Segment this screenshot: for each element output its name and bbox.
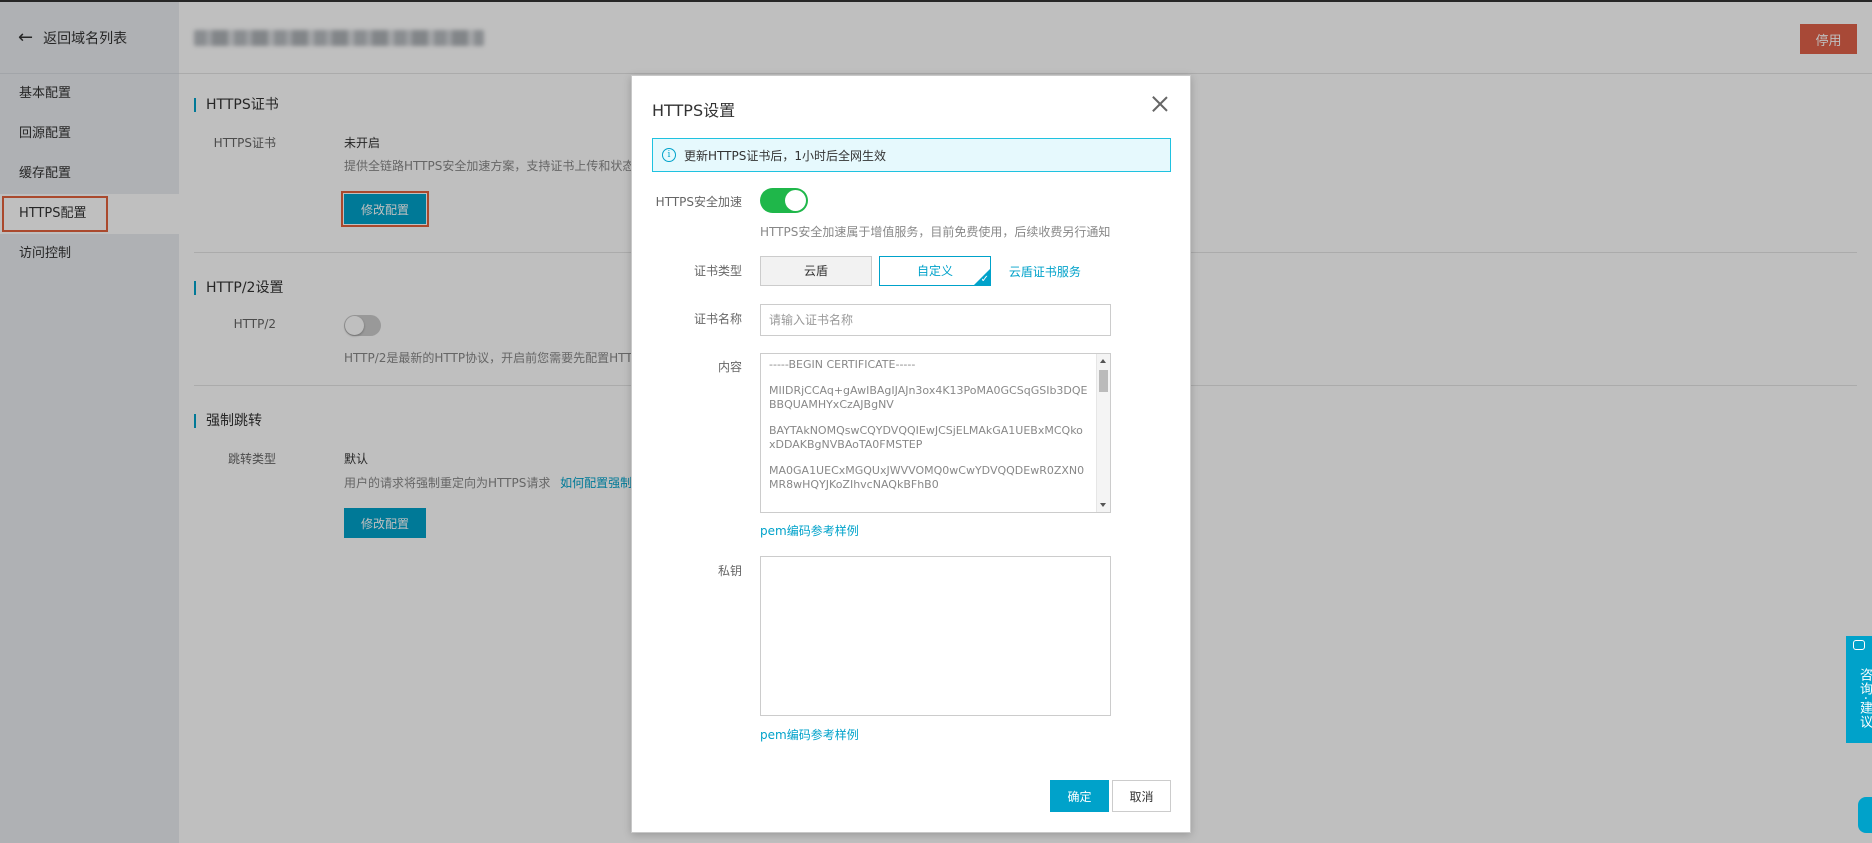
cert-type-custom[interactable]: 自定义 ✓	[879, 256, 991, 286]
scroll-down-icon[interactable]	[1100, 503, 1106, 507]
cert-name-input[interactable]	[760, 304, 1111, 336]
private-key-label: 私钥	[717, 564, 742, 578]
check-icon: ✓	[980, 274, 989, 285]
https-accel-hint: HTTPS安全加速属于增值服务，目前免费使用，后续收费另行通知	[760, 225, 1111, 239]
cert-service-link[interactable]: 云盾证书服务	[1009, 265, 1081, 279]
cert-name-label: 证书名称	[693, 312, 742, 326]
https-accel-label: HTTPS安全加速	[655, 195, 742, 209]
pem-example-link-content[interactable]: pem编码参考样例	[760, 522, 859, 539]
cert-line: MIIDRjCCAq+gAwIBAgIJAJn3ox4K13PoMA0GCSqG…	[769, 384, 1088, 411]
help-widget[interactable]	[1858, 797, 1872, 833]
close-icon[interactable]	[1150, 94, 1170, 114]
notice-banner: i 更新HTTPS证书后，1小时后全网生效	[652, 138, 1171, 172]
scroll-thumb[interactable]	[1099, 370, 1108, 392]
cert-line: MA0GA1UECxMGQUxJWVVOMQ0wCwYDVQQDEwR0ZXN0…	[769, 464, 1085, 491]
notice-text: 更新HTTPS证书后，1小时后全网生效	[684, 148, 886, 163]
https-settings-modal: HTTPS设置 i 更新HTTPS证书后，1小时后全网生效 HTTPS安全加速 …	[631, 75, 1191, 833]
cert-type-yundun[interactable]: 云盾	[760, 256, 872, 286]
private-key-textarea[interactable]	[760, 556, 1111, 716]
cert-line: -----BEGIN CERTIFICATE-----	[769, 358, 916, 371]
cert-type-custom-label: 自定义	[916, 264, 953, 278]
chat-icon	[1853, 640, 1865, 650]
content-scrollbar[interactable]	[1096, 354, 1110, 512]
scroll-up-icon[interactable]	[1100, 359, 1106, 363]
confirm-button[interactable]: 确定	[1050, 780, 1109, 812]
cert-line: BAYTAkNOMQswCQYDVQQIEwJCSjELMAkGA1UEBxMC…	[769, 424, 1083, 451]
cert-content-text: -----BEGIN CERTIFICATE----- MIIDRjCCAq+g…	[761, 354, 1110, 508]
modal-title: HTTPS设置	[652, 101, 736, 120]
info-icon: i	[662, 148, 676, 162]
cancel-button[interactable]: 取消	[1112, 780, 1171, 812]
feedback-label: 咨询·建议	[1857, 667, 1872, 730]
feedback-tab[interactable]: 咨询·建议	[1846, 636, 1872, 743]
cert-content-textarea[interactable]: -----BEGIN CERTIFICATE----- MIIDRjCCAq+g…	[760, 353, 1111, 513]
pem-example-link-key[interactable]: pem编码参考样例	[760, 726, 859, 743]
cert-type-label: 证书类型	[693, 264, 742, 278]
https-accel-toggle[interactable]	[760, 188, 808, 213]
content-label: 内容	[717, 360, 742, 374]
